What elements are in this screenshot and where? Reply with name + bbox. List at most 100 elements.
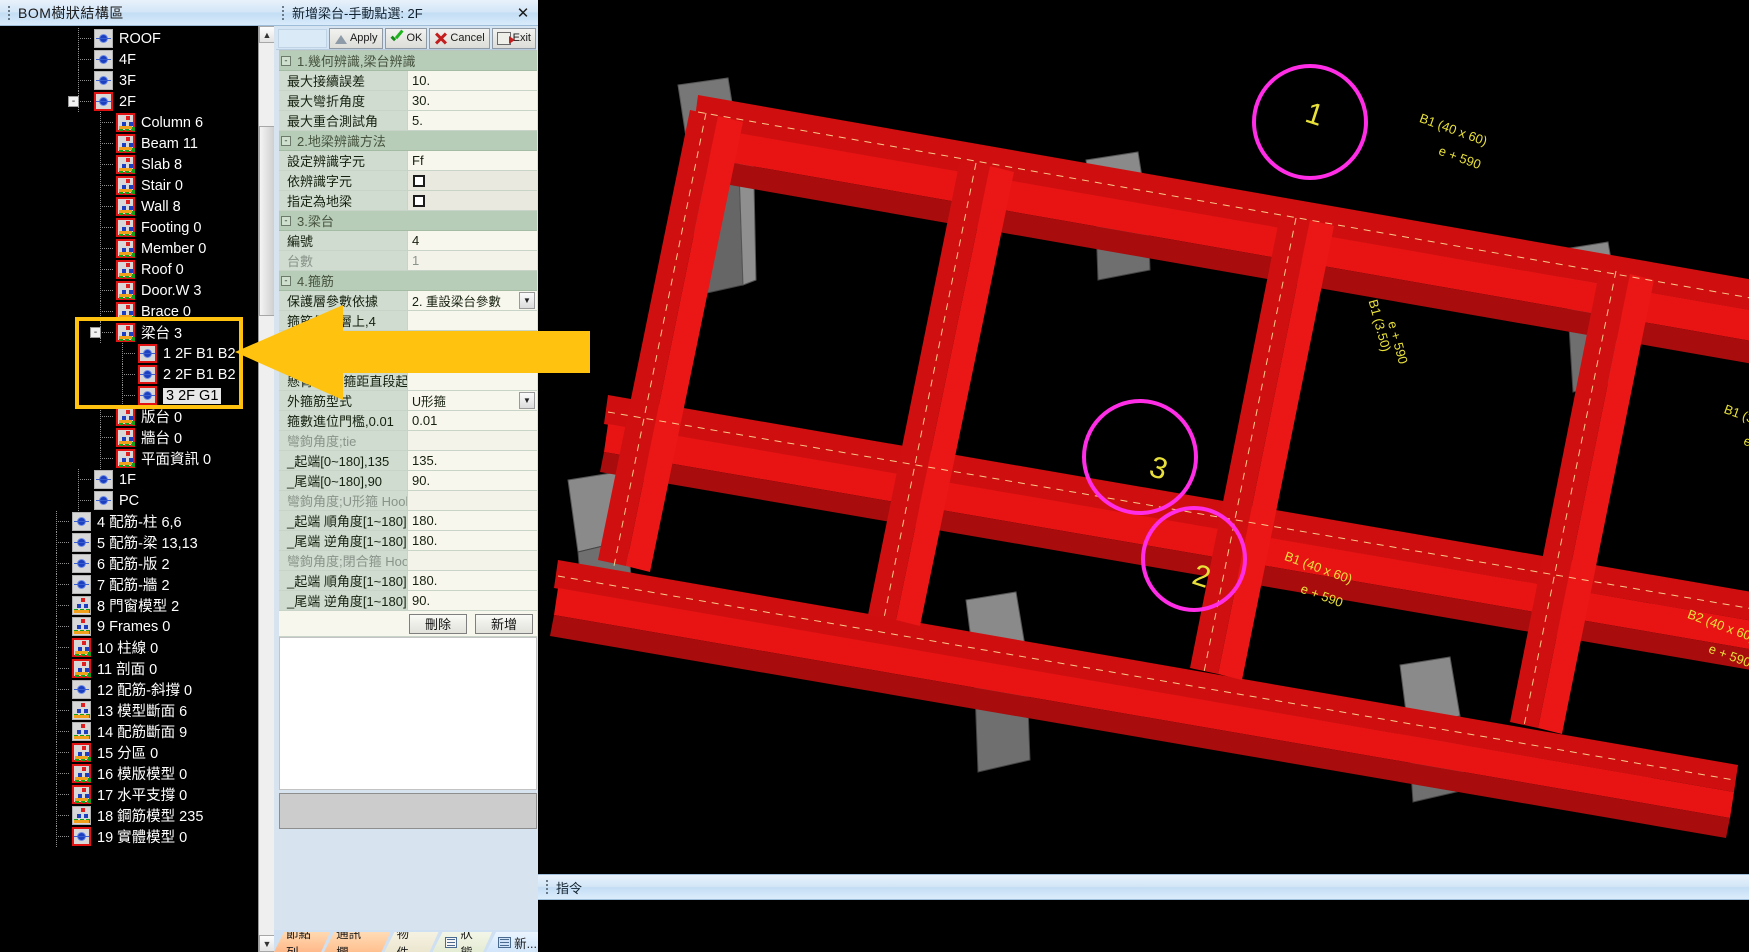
drag-grip-icon[interactable] [6,5,14,21]
tree-item[interactable]: 7 配筋-牆 2 [0,574,258,595]
property-value[interactable]: 90. [407,471,537,490]
star-icon[interactable] [94,29,113,48]
tree-icon[interactable] [116,260,135,279]
tree-icon[interactable] [72,785,91,804]
tree-icon[interactable] [116,302,135,321]
property-value[interactable]: 30. [407,91,537,110]
tree-item[interactable]: 9 Frames 0 [0,616,258,637]
property-row[interactable]: _尾端[0~180],90 90. [279,471,537,491]
tree-icon[interactable] [72,638,91,657]
tree-item[interactable]: Wall 8 [0,196,258,217]
tree-item[interactable]: 8 門窗模型 2 [0,595,258,616]
tree-icon[interactable] [72,617,91,636]
dialog-drag-grip-icon[interactable] [280,5,288,21]
tree-item[interactable]: Beam 11 [0,133,258,154]
star-icon[interactable] [94,71,113,90]
property-row[interactable]: 最大接續誤差 10. [279,71,537,91]
tree-item[interactable]: 11 剖面 0 [0,658,258,679]
group-collapse-icon[interactable]: - [281,215,291,226]
property-value[interactable] [407,431,537,450]
tree-item[interactable]: 12 配筋-斜撐 0 [0,679,258,700]
tree-item[interactable]: Stair 0 [0,175,258,196]
tree-item[interactable]: Brace 0 [0,301,258,322]
dialog-tab[interactable]: 狀態 [433,932,493,952]
dialog-tab-strip[interactable]: 節點列通訊欄...物件...狀態新... [274,930,538,952]
property-row[interactable]: 最大彎折角度 30. [279,91,537,111]
checkbox[interactable] [413,174,425,187]
property-value[interactable]: 10. [407,71,537,90]
star-icon[interactable] [72,533,91,552]
tree-item[interactable]: 3 2F G1 [0,385,258,406]
tree-icon[interactable] [116,134,135,153]
tree-item[interactable]: - 梁台 3 [0,322,258,343]
structural-model-scene[interactable] [538,0,1749,952]
tree-icon[interactable] [116,323,135,342]
property-value[interactable]: 180. [407,511,537,530]
star-icon[interactable] [72,680,91,699]
tree-item[interactable]: 1 2F B1 B2 [0,343,258,364]
tree-icon[interactable] [116,428,135,447]
3d-viewport[interactable]: B1 (40 x 60)e + 590B2 (40 x 60)e + 590B1… [538,0,1749,952]
star-icon[interactable] [94,470,113,489]
property-group-header[interactable]: -3.梁台 [279,211,537,231]
tree-icon[interactable] [72,722,91,741]
tree-icon[interactable] [72,596,91,615]
property-value[interactable]: 135. [407,451,537,470]
tree-item[interactable]: 14 配筋斷面 9 [0,721,258,742]
property-value[interactable] [407,191,537,210]
tree-item[interactable]: ROOF [0,28,258,49]
tree-icon[interactable] [116,113,135,132]
property-value[interactable] [407,171,537,190]
property-row[interactable]: _尾端 逆角度[1~180] 180. [279,531,537,551]
tree-item[interactable]: 3F [0,70,258,91]
dialog-tab[interactable]: 通訊欄... [324,932,390,952]
property-row[interactable]: 指定為地梁 [279,191,537,211]
tree-item[interactable]: 5 配筋-梁 13,13 [0,532,258,553]
star-icon[interactable] [72,554,91,573]
tree-item[interactable]: Door.W 3 [0,280,258,301]
property-group-header[interactable]: -2.地梁辨識方法 [279,131,537,151]
tree-icon[interactable] [72,764,91,783]
dialog-tab[interactable]: 新... [486,932,544,952]
add-button[interactable]: 新增 [475,613,533,634]
tree-item[interactable]: 15 分區 0 [0,742,258,763]
property-row[interactable]: _起端 順角度[1~180] 180. [279,571,537,591]
tree-icon[interactable] [116,176,135,195]
tree-item[interactable]: 4F [0,49,258,70]
property-value[interactable]: 1 [407,251,537,270]
star-icon[interactable] [72,575,91,594]
tree-icon[interactable] [72,743,91,762]
dialog-tab[interactable]: 物件... [384,932,438,952]
property-row[interactable]: 彎鉤角度;tie [279,431,537,451]
property-value[interactable]: 5. [407,111,537,130]
star-icon[interactable] [138,365,157,384]
dialog-tab[interactable]: 節點列 [274,932,330,952]
star-icon[interactable] [72,827,91,846]
tree-scrollbar[interactable]: ▲ ▼ [258,26,274,952]
bom-tree-body[interactable]: ROOF 4F 3F -2F Column 6 Beam 11 Slab 8 Stair 0 W… [0,26,274,952]
tree-icon[interactable] [116,155,135,174]
star-icon[interactable] [94,92,113,111]
star-icon[interactable] [138,344,157,363]
group-collapse-icon[interactable]: - [281,55,291,66]
tree-item[interactable]: 4 配筋-柱 6,6 [0,511,258,532]
tree-item[interactable]: 1F [0,469,258,490]
scroll-up-icon[interactable]: ▲ [259,26,274,43]
tree-item[interactable]: 16 模版模型 0 [0,763,258,784]
property-row[interactable]: _起端[0~180],135 135. [279,451,537,471]
tree-item[interactable]: 版台 0 [0,406,258,427]
star-icon[interactable] [72,512,91,531]
property-group-header[interactable]: -4.箍筋 [279,271,537,291]
tree-item[interactable]: 18 鋼筋模型 235 [0,805,258,826]
close-icon[interactable]: ✕ [514,4,532,22]
property-row[interactable]: 箍數進位門檻,0.01 0.01 [279,411,537,431]
property-value[interactable]: 180. [407,531,537,550]
tree-item[interactable]: 19 實體模型 0 [0,826,258,847]
star-icon[interactable] [94,50,113,69]
tree-item[interactable]: 10 柱線 0 [0,637,258,658]
ok-button[interactable]: OK [384,27,428,49]
property-value[interactable]: Ff [407,151,537,170]
cancel-button[interactable]: Cancel [429,27,490,49]
tree-item[interactable]: 2 2F B1 B2 [0,364,258,385]
tree-scrollbar-thumb[interactable] [259,126,274,316]
